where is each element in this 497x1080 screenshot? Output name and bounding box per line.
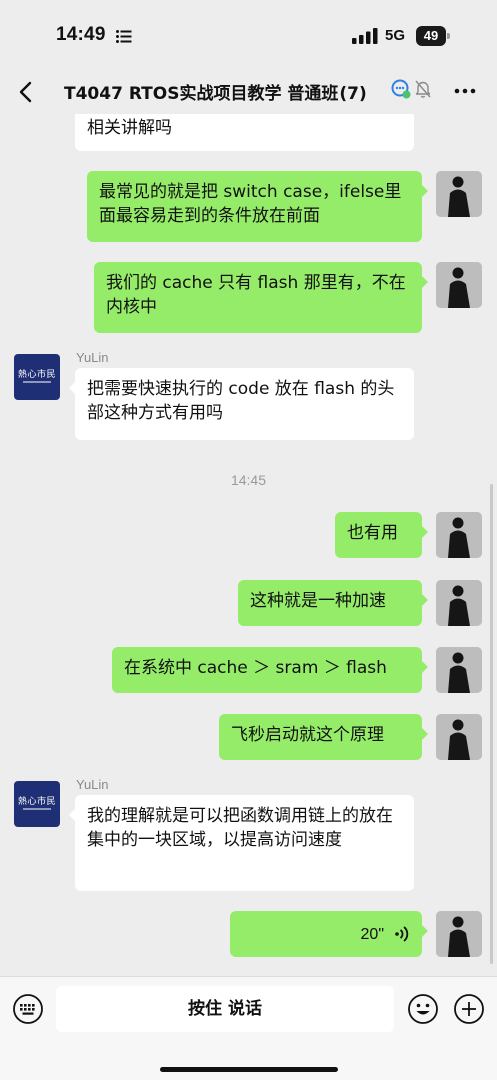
person-photo-icon (436, 512, 482, 558)
status-bar: 14:49 5G 49 (0, 0, 497, 70)
voice-wave-icon (395, 926, 409, 942)
person-photo-icon (436, 171, 482, 217)
person-photo-icon (436, 714, 482, 760)
scrollbar[interactable] (490, 484, 493, 964)
emoji-icon[interactable] (407, 993, 439, 1025)
message-bubble-self[interactable]: 最常见的就是把 switch case，ifelse里面最容易走到的条件放在前面 (87, 171, 428, 242)
person-photo-icon (436, 262, 482, 308)
yulin-avatar[interactable]: 熱心市民 (14, 354, 60, 400)
person-photo-icon (436, 580, 482, 626)
message-bubble-other[interactable]: 我的理解就是可以把函数调用链上的放在集中的一块区域，以提高访问速度 (69, 795, 414, 891)
my-avatar[interactable] (436, 262, 482, 308)
message-list[interactable]: 相关讲解吗 最常见的就是把 switch case，ifelse里面最容易走到的… (0, 114, 497, 976)
message-text: 我的理解就是可以把函数调用链上的放在集中的一块区域，以提高访问速度 (87, 806, 393, 850)
voice-duration: 20" (360, 926, 384, 943)
hold-to-talk-button[interactable]: 按住 说话 (56, 986, 394, 1032)
battery-icon: 49 (416, 26, 450, 46)
my-avatar[interactable] (436, 911, 482, 957)
home-indicator[interactable] (160, 1067, 338, 1072)
message-text: 相关讲解吗 (87, 118, 172, 138)
time-separator: 14:45 (230, 472, 267, 488)
chat-status-icon (391, 79, 411, 99)
message-text: 把需要快速执行的 code 放在 flash 的头部这种方式有用吗 (87, 379, 395, 423)
mute-bell-icon (415, 80, 431, 98)
yulin-avatar[interactable]: 熱心市民 (14, 781, 60, 827)
my-avatar[interactable] (436, 580, 482, 626)
keyboard-icon[interactable] (12, 993, 44, 1025)
message-bubble-other[interactable]: 相关讲解吗 (75, 114, 414, 151)
message-bubble-self[interactable]: 飞秒启动就这个原理 (219, 714, 428, 760)
message-bubble-self[interactable]: 我们的 cache 只有 flash 那里有，不在内核中 (94, 262, 428, 333)
message-text: 也有用 (347, 523, 398, 543)
signal-icon (352, 28, 378, 44)
message-text: 在系统中 cache ＞ sram ＞ flash (124, 658, 387, 678)
my-avatar[interactable] (436, 512, 482, 558)
network-type: 5G (385, 27, 406, 44)
chat-title[interactable]: T4047 RTOS实战项目教学 普通班(7) (64, 79, 367, 104)
my-avatar[interactable] (436, 647, 482, 693)
back-chevron-icon[interactable] (14, 78, 38, 106)
member-count: (7) (339, 84, 367, 104)
message-text: 最常见的就是把 switch case，ifelse里面最容易走到的条件放在前面 (99, 182, 402, 226)
chat-header: T4047 RTOS实战项目教学 普通班(7) (0, 70, 497, 114)
plus-icon[interactable] (453, 993, 485, 1025)
message-bubble-self[interactable]: 这种就是一种加速 (238, 580, 428, 626)
message-bubble-self[interactable]: 也有用 (335, 512, 428, 558)
status-time: 14:49 (56, 24, 106, 45)
group-name: T4047 RTOS实战项目教学 普通班 (64, 84, 339, 104)
message-text: 飞秒启动就这个原理 (231, 725, 384, 745)
sender-name: YuLin (76, 777, 109, 792)
message-text: 这种就是一种加速 (250, 591, 386, 611)
input-bar: 按住 说话 (0, 976, 497, 1080)
avatar-label: 熱心市民 (17, 797, 56, 807)
more-icon[interactable] (452, 78, 478, 104)
my-avatar[interactable] (436, 171, 482, 217)
message-text: 我们的 cache 只有 flash 那里有，不在内核中 (106, 273, 406, 317)
person-photo-icon (436, 911, 482, 957)
voice-message-bubble[interactable]: 20" (230, 911, 428, 957)
person-photo-icon (436, 647, 482, 693)
message-bubble-other[interactable]: 把需要快速执行的 code 放在 flash 的头部这种方式有用吗 (69, 368, 414, 440)
list-icon (116, 30, 132, 43)
sender-name: YuLin (76, 350, 109, 365)
avatar-label: 熱心市民 (17, 370, 56, 380)
my-avatar[interactable] (436, 714, 482, 760)
battery-level: 49 (416, 26, 446, 46)
message-bubble-self[interactable]: 在系统中 cache ＞ sram ＞ flash (112, 647, 428, 693)
